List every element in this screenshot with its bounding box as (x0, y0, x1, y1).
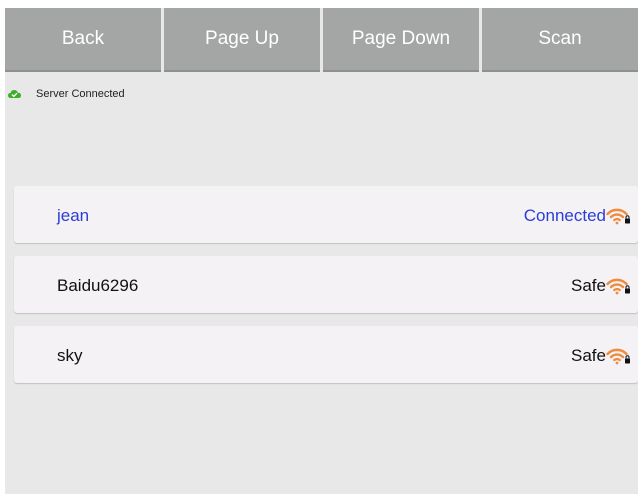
wifi-lock-icon (606, 348, 630, 365)
wifi-screen: Back Page Up Page Down Scan Server Conne… (5, 8, 638, 494)
network-list: jean Connected Baidu6296 Safe sky Safe (14, 186, 638, 396)
scan-button[interactable]: Scan (482, 8, 638, 72)
network-state: Safe (571, 276, 606, 295)
page-up-button-label: Page Up (205, 28, 279, 49)
wifi-lock-icon (606, 278, 630, 295)
cloud-check-icon (8, 90, 21, 98)
network-row-sky[interactable]: sky Safe (14, 326, 638, 383)
network-row-jean[interactable]: jean Connected (14, 186, 638, 243)
back-button[interactable]: Back (5, 8, 161, 72)
network-ssid: Baidu6296 (57, 276, 139, 295)
page-down-button-label: Page Down (351, 28, 451, 49)
network-state: Safe (571, 346, 606, 365)
network-ssid: jean (57, 206, 90, 225)
scan-button-label: Scan (538, 28, 582, 49)
page-down-button[interactable]: Page Down (323, 8, 479, 72)
server-status-text: Server Connected (36, 88, 125, 100)
network-ssid: sky (57, 346, 83, 365)
network-state: Connected (523, 206, 606, 225)
wifi-lock-icon (606, 208, 630, 225)
server-status: Server Connected (5, 87, 305, 101)
toolbar: Back Page Up Page Down Scan (5, 8, 638, 72)
back-button-label: Back (61, 28, 105, 49)
page-up-button[interactable]: Page Up (164, 8, 320, 72)
network-row-baidu6296[interactable]: Baidu6296 Safe (14, 256, 638, 313)
